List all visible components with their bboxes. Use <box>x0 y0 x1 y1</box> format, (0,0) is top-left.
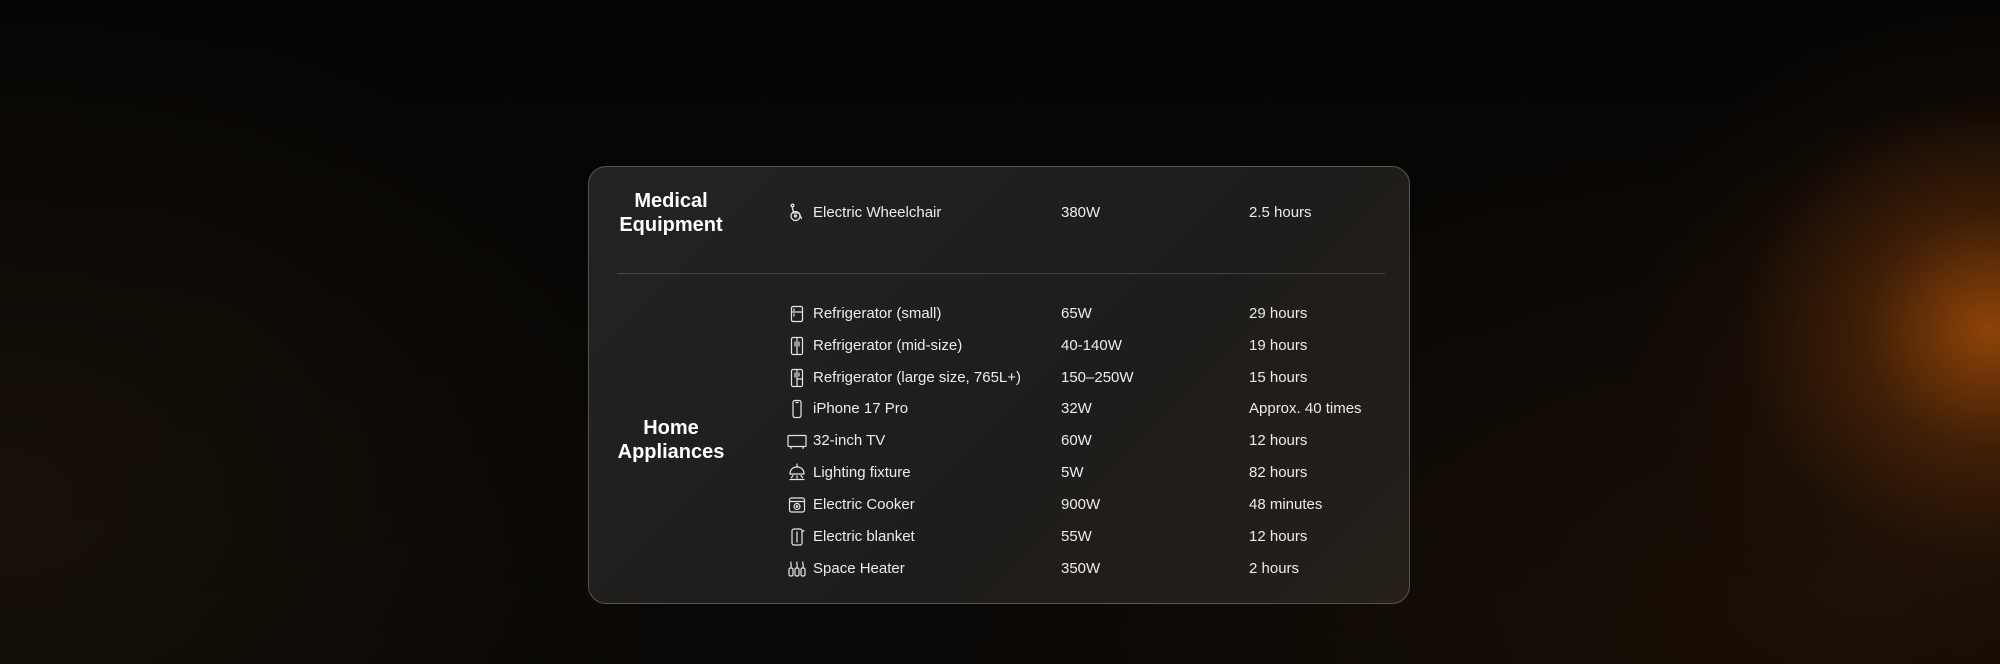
table-row: Electric Wheelchair 380W 2.5 hours <box>589 200 1409 226</box>
space-heater-icon <box>787 559 807 579</box>
table-row: iPhone 17 Pro 32W Approx. 40 times <box>589 396 1409 422</box>
refrigerator-mid-icon <box>787 336 807 356</box>
runtime: 12 hours <box>1249 432 1308 449</box>
runtime: 12 hours <box>1249 528 1308 545</box>
appliance-name: Refrigerator (small) <box>813 305 942 322</box>
table-row: Refrigerator (mid-size) 40-140W 19 hours <box>589 333 1409 359</box>
table-row: 32-inch TV 60W 12 hours <box>589 428 1409 454</box>
appliance-name: Refrigerator (large size, 765L+) <box>813 369 1022 386</box>
power-rating: 5W <box>1061 464 1084 481</box>
runtime: 29 hours <box>1249 305 1308 322</box>
runtime: 2 hours <box>1249 560 1300 577</box>
appliance-name: iPhone 17 Pro <box>813 400 909 417</box>
runtime: 48 minutes <box>1249 496 1323 513</box>
refrigerator-small-icon <box>787 304 807 324</box>
table-row: Space Heater 350W 2 hours <box>589 556 1409 582</box>
power-rating: 65W <box>1061 305 1092 322</box>
table-row: Lighting fixture 5W 82 hours <box>589 460 1409 486</box>
electric-blanket-icon <box>787 527 807 547</box>
refrigerator-large-icon <box>787 368 807 388</box>
power-rating: 40-140W <box>1061 337 1122 354</box>
power-rating: 32W <box>1061 400 1092 417</box>
appliance-name: Electric blanket <box>813 528 915 545</box>
power-rating: 380W <box>1061 204 1101 221</box>
ceiling-lamp-icon <box>787 463 807 483</box>
table-row: Refrigerator (large size, 765L+) 150–250… <box>589 365 1409 391</box>
section-divider <box>617 273 1385 274</box>
runtime: 19 hours <box>1249 337 1308 354</box>
smartphone-icon <box>787 399 807 419</box>
table-row: Refrigerator (small) 65W 29 hours <box>589 301 1409 327</box>
tv-icon <box>787 431 807 451</box>
appliance-name: Space Heater <box>813 560 905 577</box>
runtime: 15 hours <box>1249 369 1308 386</box>
table-row: Electric Cooker 900W 48 minutes <box>589 492 1409 518</box>
runtime: 2.5 hours <box>1249 204 1312 221</box>
power-rating: 60W <box>1061 432 1092 449</box>
appliance-name: Refrigerator (mid-size) <box>813 337 963 354</box>
runtime: Approx. 40 times <box>1249 400 1362 417</box>
appliance-name: Electric Cooker <box>813 496 915 513</box>
power-rating: 350W <box>1061 560 1101 577</box>
appliance-name: Lighting fixture <box>813 464 911 481</box>
appliance-runtime-table: Medical Equipment Electric Wheelchair 38… <box>588 166 1410 604</box>
power-rating: 150–250W <box>1061 369 1134 386</box>
wheelchair-icon <box>787 203 807 223</box>
runtime: 82 hours <box>1249 464 1308 481</box>
appliance-name: 32-inch TV <box>813 432 886 449</box>
rice-cooker-icon <box>787 495 807 515</box>
table-row: Electric blanket 55W 12 hours <box>589 524 1409 550</box>
appliance-name: Electric Wheelchair <box>813 204 942 221</box>
power-rating: 55W <box>1061 528 1092 545</box>
power-rating: 900W <box>1061 496 1101 513</box>
